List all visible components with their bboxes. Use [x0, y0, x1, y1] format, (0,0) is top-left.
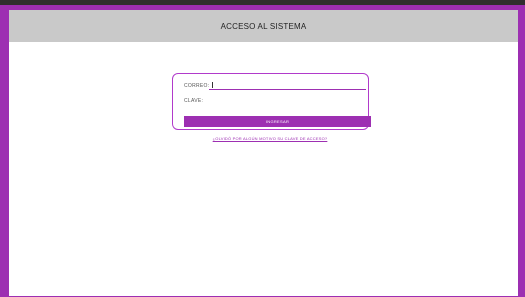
page-title: ACCESO AL SISTEMA	[220, 21, 307, 31]
forgot-password-link[interactable]: ¿OLVIDÓ POR ALGÚN MOTIVO SU CLAVE DE ACC…	[205, 136, 335, 141]
password-field[interactable]	[209, 95, 366, 105]
main-content: ACCESO AL SISTEMA CORREO: CLAVE: INGRESA…	[9, 10, 518, 296]
password-label: CLAVE:	[184, 98, 204, 104]
email-field[interactable]	[209, 80, 366, 90]
page-header: ACCESO AL SISTEMA	[9, 10, 518, 42]
text-cursor	[212, 82, 213, 88]
app-frame: ACCESO AL SISTEMA CORREO: CLAVE: INGRESA…	[0, 5, 525, 297]
submit-button[interactable]: INGRESAR	[184, 116, 371, 127]
email-label: CORREO:	[184, 83, 210, 89]
login-form: CORREO: CLAVE: INGRESAR	[172, 73, 371, 130]
